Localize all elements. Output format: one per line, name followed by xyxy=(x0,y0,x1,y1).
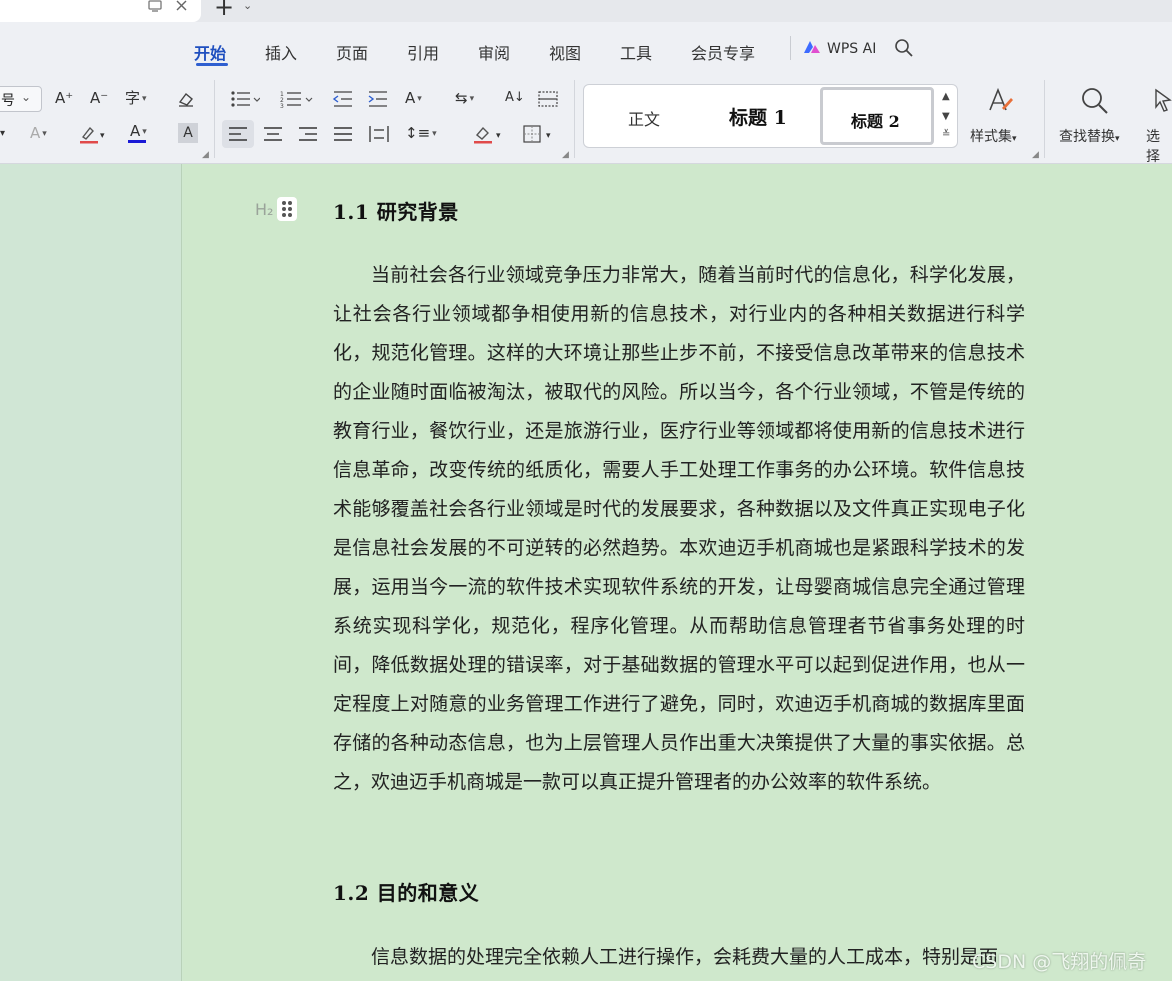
svg-text:3: 3 xyxy=(280,103,284,108)
style-normal[interactable]: 正文 xyxy=(628,106,660,130)
font-color-swatch xyxy=(128,140,146,143)
search-icon[interactable] xyxy=(894,38,914,58)
chevron-down-icon[interactable]: ▾ xyxy=(100,126,105,146)
sort-icon[interactable]: A↓ xyxy=(505,88,525,108)
align-justify-icon[interactable] xyxy=(333,126,353,142)
menu-tab-review[interactable]: 审阅 xyxy=(478,40,510,64)
ribbon-menu-bar: 开始 插入 页面 引用 审阅 视图 工具 会员专享 WPS AI xyxy=(0,22,1172,74)
menu-tab-view[interactable]: 视图 xyxy=(549,40,581,64)
drag-handle-icon[interactable] xyxy=(277,197,297,221)
chevron-down-icon[interactable]: ▾ xyxy=(546,126,551,146)
new-tab-dropdown-icon[interactable]: ⌄ xyxy=(243,0,252,12)
numbered-list-icon[interactable]: 123 xyxy=(280,90,314,108)
font-dialog-launcher-icon[interactable]: ◢ xyxy=(202,150,209,160)
tab-strip: + ⌄ xyxy=(0,0,1172,22)
home-toolbar: 号 ⌄ A⁺ A⁻ 字 ▾ ▾ A ▾ ▾ A ▾ A ◢ 123 A ▾ ⇆ ▾ A↓ xyxy=(0,74,1172,166)
new-tab-button[interactable]: + xyxy=(214,0,234,20)
section-paragraph-2[interactable]: 信息数据的处理完全依赖人工进行操作，会耗费大量的人工成本，特别是面 xyxy=(333,938,1025,977)
borders-icon[interactable] xyxy=(523,125,541,143)
phonetic-guide-button[interactable]: 字 ▾ xyxy=(125,88,147,109)
group-separator xyxy=(574,80,575,158)
section-paragraph-1[interactable]: 当前社会各行业领域竞争压力非常大，随着当前时代的信息化，科学化发展，让社会各行业… xyxy=(333,256,1025,802)
menu-tab-tools[interactable]: 工具 xyxy=(620,40,652,64)
style-set-label: 样式集 xyxy=(970,129,1012,145)
styles-gallery: 正文 标题 1 标题 2 ▲ ▼ ≚ xyxy=(583,84,958,148)
style-heading2[interactable]: 标题 2 xyxy=(820,87,934,145)
section-heading-1[interactable]: 1.1 研究背景 xyxy=(333,196,459,225)
select-button[interactable]: 选择 xyxy=(1146,126,1172,166)
style-set-button[interactable]: 样式集▾ xyxy=(970,126,1017,146)
table-grid-icon[interactable] xyxy=(538,91,558,107)
highlight-icon[interactable] xyxy=(78,124,100,144)
menu-tab-member[interactable]: 会员专享 xyxy=(691,40,755,64)
bullet-list-icon[interactable] xyxy=(230,90,260,108)
line-spacing-button[interactable]: ↕≡ ▾ xyxy=(405,123,437,144)
font-size-value: 号 xyxy=(1,93,15,109)
menu-tab-page[interactable]: 页面 xyxy=(336,40,368,64)
find-replace-icon[interactable] xyxy=(1080,86,1110,116)
font-color-button[interactable]: A ▾ xyxy=(130,121,147,142)
chevron-down-icon: ⌄ xyxy=(21,90,32,104)
decrease-font-button[interactable]: A⁻ xyxy=(90,88,108,108)
styles-dialog-launcher-icon[interactable]: ◢ xyxy=(1032,150,1039,160)
decrease-indent-icon[interactable] xyxy=(332,90,354,108)
heading-level-marker: H₂ xyxy=(255,200,274,219)
increase-font-button[interactable]: A⁺ xyxy=(55,88,73,108)
page-left-margin xyxy=(0,164,182,981)
align-right-icon[interactable] xyxy=(298,126,318,142)
find-replace-button[interactable]: 查找替换▾ xyxy=(1059,126,1120,146)
styles-scroll-down-icon[interactable]: ▼ xyxy=(942,111,950,122)
align-center-icon[interactable] xyxy=(263,126,283,142)
styles-scroll-up-icon[interactable]: ▲ xyxy=(942,91,950,102)
select-cursor-icon[interactable] xyxy=(1152,86,1172,116)
monitor-icon[interactable] xyxy=(148,0,162,16)
menu-tab-home[interactable]: 开始 xyxy=(194,40,226,64)
chevron-down-icon[interactable]: ▾ xyxy=(0,124,5,144)
increase-indent-icon[interactable] xyxy=(367,90,389,108)
clear-format-icon[interactable] xyxy=(176,90,196,108)
wps-ai-button[interactable]: WPS AI xyxy=(827,41,876,57)
styles-expand-icon[interactable]: ≚ xyxy=(942,129,950,140)
chevron-down-icon[interactable]: ▾ xyxy=(496,126,501,146)
paragraph-shading-icon[interactable] xyxy=(472,124,494,144)
wps-ai-logo-icon[interactable] xyxy=(802,39,822,55)
style-heading2-label: 标题 2 xyxy=(851,112,900,131)
phonetic-guide-label: 字 xyxy=(125,89,141,107)
menu-tab-references[interactable]: 引用 xyxy=(407,40,439,64)
text-effect-button[interactable]: A ▾ xyxy=(30,123,47,144)
find-replace-label: 查找替换 xyxy=(1059,129,1115,145)
csdn-watermark: CSDN @飞翔的佩奇 xyxy=(972,951,1147,973)
section-heading-2[interactable]: 1.2 目的和意义 xyxy=(333,877,479,906)
align-left-icon[interactable] xyxy=(228,126,248,142)
menu-tab-insert[interactable]: 插入 xyxy=(265,40,297,64)
paragraph-dialog-launcher-icon[interactable]: ◢ xyxy=(562,150,569,160)
menu-separator xyxy=(790,36,791,60)
group-separator xyxy=(214,80,215,158)
swap-icon[interactable]: ⇆ ▾ xyxy=(455,88,474,109)
active-tab-indicator xyxy=(196,63,228,66)
text-direction-button[interactable]: A ▾ xyxy=(405,88,422,109)
style-heading1[interactable]: 标题 1 xyxy=(729,103,787,130)
style-set-icon[interactable] xyxy=(986,86,1014,114)
font-size-select[interactable]: 号 ⌄ xyxy=(0,86,42,112)
close-tab-icon[interactable] xyxy=(175,0,188,16)
char-shading-button[interactable]: A xyxy=(178,123,198,143)
group-separator xyxy=(1044,80,1045,158)
distributed-align-icon[interactable] xyxy=(368,124,390,144)
document-tab[interactable] xyxy=(0,0,201,22)
